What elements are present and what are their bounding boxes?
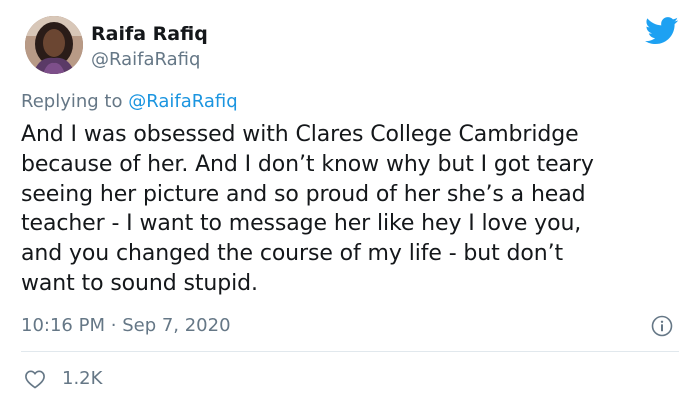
tweet-text-line: want to sound stupid. [21,270,258,296]
replying-mention-link[interactable]: @RaifaRafiq [128,91,237,112]
tweet-card: Raifa Rafiq @RaifaRafiq Replying to @Rai… [0,0,700,406]
replying-to: Replying to @RaifaRafiq [21,90,238,114]
tweet-date: Sep 7, 2020 [122,315,231,336]
tweet-text: And I was obsessed with Clares College C… [21,120,686,299]
info-icon[interactable] [651,315,673,337]
tweet-time: 10:16 PM [21,315,105,336]
replying-prefix: Replying to [21,91,123,112]
tweet-text-line: teacher - I want to message her like hey… [21,211,582,237]
tweet-text-line: And I was obsessed with Clares College C… [21,122,579,147]
twitter-bird-icon[interactable] [645,17,679,45]
like-count: 1.2K [62,368,103,389]
avatar[interactable] [25,16,83,74]
display-name[interactable]: Raifa Rafiq [91,22,208,46]
tweet-text-line: seeing her picture and so proud of her s… [21,181,586,207]
meta-separator: · [110,315,117,336]
tweet-text-line: and you changed the course of my life - … [21,241,564,267]
user-handle[interactable]: @RaifaRafiq [91,49,200,71]
tweet-text-line: because of her. And I don’t know why but… [21,151,594,177]
tweet-timestamp[interactable]: 10:16 PM · Sep 7, 2020 [21,314,231,338]
heart-icon[interactable] [24,369,46,389]
divider [21,351,679,352]
avatar-image [25,16,83,74]
